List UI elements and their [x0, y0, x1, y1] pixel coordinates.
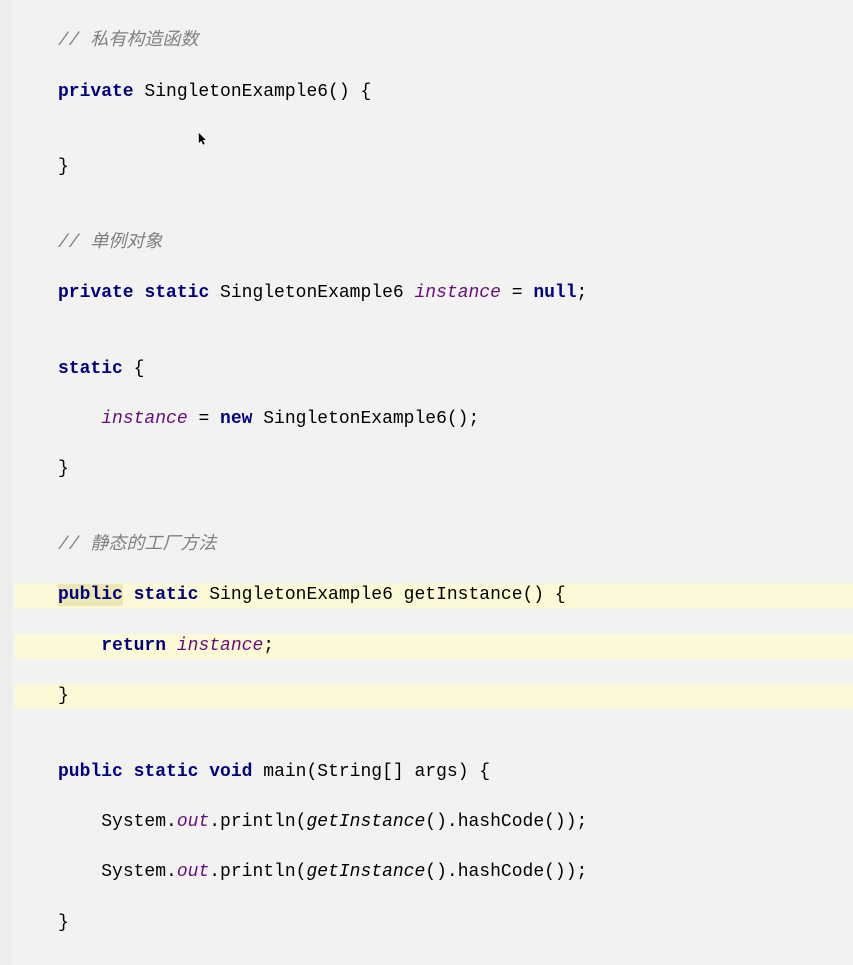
code-text: .println(: [209, 812, 306, 832]
keyword-public: public: [58, 584, 123, 606]
semicolon: ;: [263, 636, 274, 656]
comment: // 私有构造函数: [58, 31, 198, 51]
code-text: ().hashCode());: [425, 812, 587, 832]
code-text: .println(: [209, 862, 306, 882]
code-line-highlighted: }: [14, 684, 853, 709]
code-text: =: [188, 409, 220, 429]
close-brace: }: [58, 157, 69, 177]
close-brace: }: [58, 459, 69, 479]
method-call: getInstance: [306, 862, 425, 882]
keyword-static: static: [134, 762, 199, 782]
code-line: instance = new SingletonExample6();: [14, 407, 853, 432]
field-instance: instance: [177, 636, 263, 656]
gutter: [0, 0, 12, 965]
code-text: SingletonExample6() {: [134, 82, 372, 102]
close-brace: }: [58, 686, 69, 706]
keyword-null: null: [533, 283, 576, 303]
code-line: // 私有构造函数: [14, 29, 853, 54]
code-line-highlighted: public static SingletonExample6 getInsta…: [14, 583, 853, 608]
code-line: System.out.println(getInstance().hashCod…: [14, 810, 853, 835]
code-line: System.out.println(getInstance().hashCod…: [14, 860, 853, 885]
code-line: public static void main(String[] args) {: [14, 760, 853, 785]
code-text: ().hashCode());: [425, 862, 587, 882]
comment: // 单例对象: [58, 233, 162, 253]
code-editor[interactable]: // 私有构造函数 private SingletonExample6() { …: [0, 0, 853, 965]
method-call: getInstance: [306, 812, 425, 832]
close-brace: }: [58, 913, 69, 933]
semicolon: ;: [577, 283, 588, 303]
code-line: }: [14, 457, 853, 482]
code-line: private SingletonExample6() {: [14, 80, 853, 105]
code-text: SingletonExample6();: [252, 409, 479, 429]
keyword-static: static: [58, 359, 123, 379]
code-line: }: [14, 911, 853, 936]
field-out: out: [177, 812, 209, 832]
code-text: main(String[] args) {: [252, 762, 490, 782]
keyword-static: static: [144, 283, 209, 303]
field-out: out: [177, 862, 209, 882]
comment: // 静态的工厂方法: [58, 535, 216, 555]
keyword-void: void: [209, 762, 252, 782]
field-instance: instance: [101, 409, 187, 429]
code-line: }: [14, 155, 853, 180]
keyword-private: private: [58, 82, 134, 102]
code-line: // 单例对象: [14, 231, 853, 256]
keyword-new: new: [220, 409, 252, 429]
code-text: SingletonExample6 getInstance() {: [198, 585, 565, 605]
code-line: static {: [14, 357, 853, 382]
code-line: // 静态的工厂方法: [14, 533, 853, 558]
field-instance: instance: [414, 283, 500, 303]
keyword-private: private: [58, 283, 134, 303]
code-text: [166, 636, 177, 656]
code-line: private static SingletonExample6 instanc…: [14, 281, 853, 306]
open-brace: {: [123, 359, 145, 379]
code-line-highlighted: return instance;: [14, 634, 853, 659]
keyword-static: static: [134, 585, 199, 605]
code-text: SingletonExample6: [209, 283, 414, 303]
keyword-return: return: [101, 636, 166, 656]
code-text: System.: [101, 862, 177, 882]
code-text: =: [501, 283, 533, 303]
keyword-public: public: [58, 762, 123, 782]
code-text: System.: [101, 812, 177, 832]
